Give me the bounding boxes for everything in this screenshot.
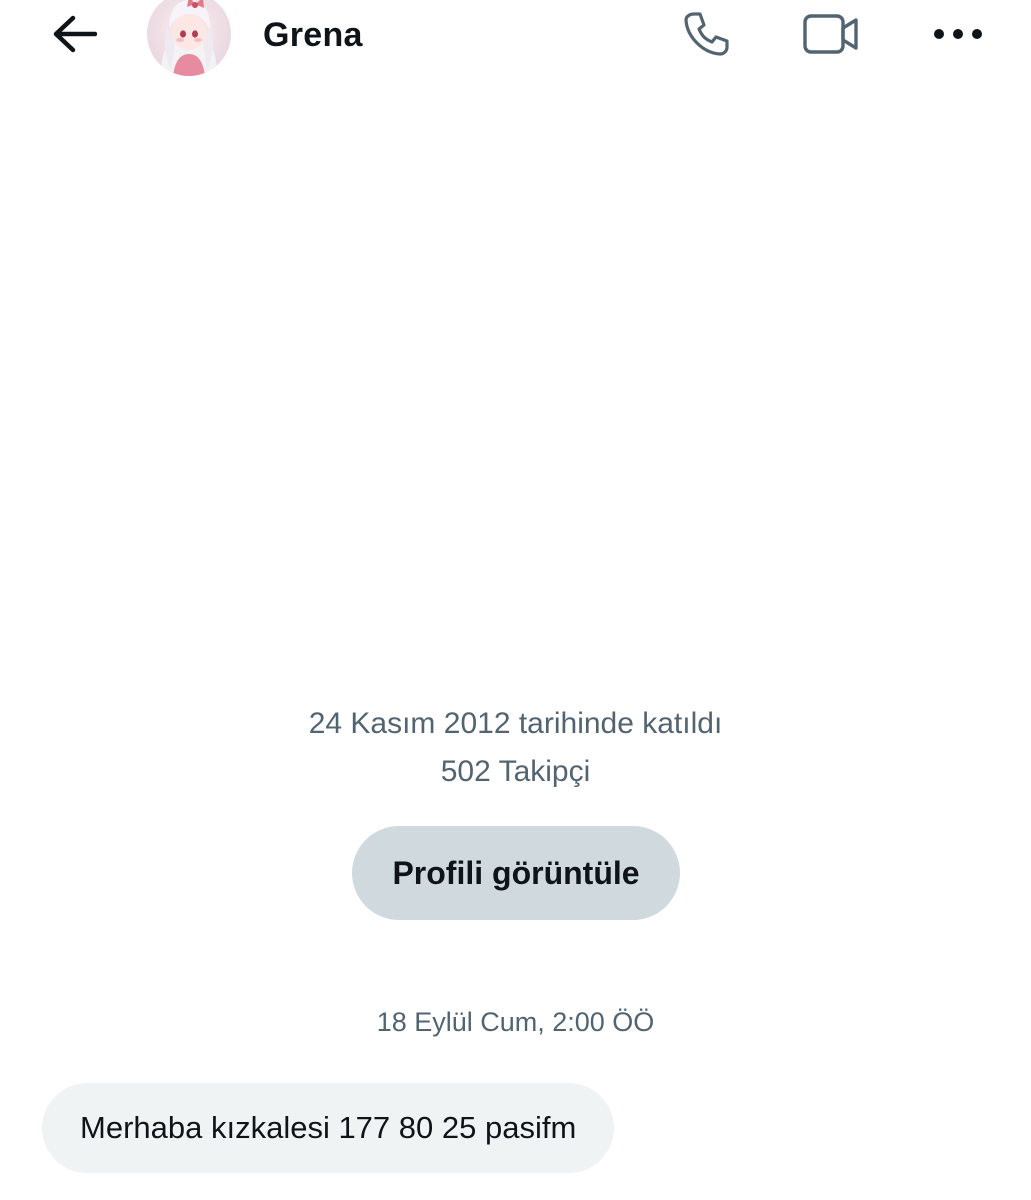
phone-icon xyxy=(684,12,729,56)
received-message-bubble[interactable]: Merhaba kızkalesi 177 80 25 pasifm xyxy=(42,1083,615,1173)
video-call-button[interactable] xyxy=(799,4,863,64)
view-profile-button[interactable]: Profili görüntüle xyxy=(352,826,680,920)
more-horizontal-icon xyxy=(934,29,982,39)
call-button[interactable] xyxy=(674,4,738,64)
back-button[interactable] xyxy=(44,8,104,60)
video-camera-icon xyxy=(803,14,858,54)
arrow-left-icon xyxy=(53,15,97,53)
message-timestamp: 18 Eylül Cum, 2:00 ÖÖ xyxy=(376,1007,655,1037)
conversation-header: Grena xyxy=(0,0,1031,80)
avatar[interactable] xyxy=(147,0,231,76)
more-options-button[interactable] xyxy=(926,4,990,64)
followers-count: 502 Takipçi xyxy=(440,755,591,788)
joined-date: 24 Kasım 2012 tarihinde katıldı xyxy=(308,707,723,740)
contact-name[interactable]: Grena xyxy=(263,13,363,57)
profile-summary: 24 Kasım 2012 tarihinde katıldı 502 Taki… xyxy=(0,700,1031,796)
